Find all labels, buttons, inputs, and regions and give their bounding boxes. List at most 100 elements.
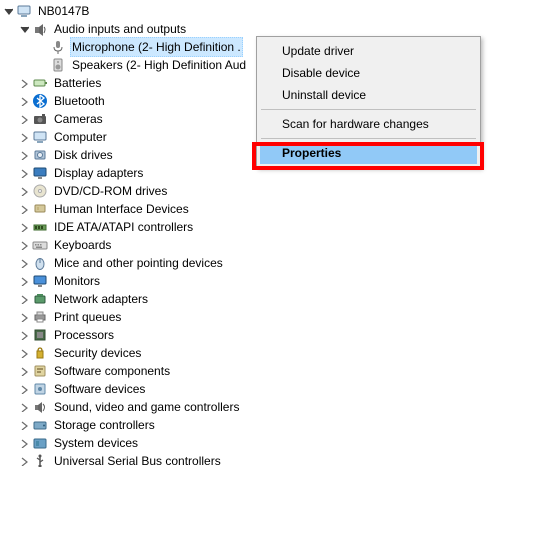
disk-icon	[32, 147, 48, 163]
tree-item-storage[interactable]: Storage controllers	[2, 416, 539, 434]
chevron-right-icon[interactable]	[18, 437, 30, 449]
printer-icon	[32, 309, 48, 325]
usb-label[interactable]: Universal Serial Bus controllers	[52, 452, 223, 470]
camera-icon	[32, 111, 48, 127]
tree-item-ide[interactable]: IDE ATA/ATAPI controllers	[2, 218, 539, 236]
menu-disable-device[interactable]: Disable device	[260, 62, 477, 84]
speaker-icon	[50, 57, 66, 73]
chevron-right-icon[interactable]	[18, 149, 30, 161]
chevron-right-icon[interactable]	[18, 257, 30, 269]
chevron-right-icon[interactable]	[18, 401, 30, 413]
processors-label[interactable]: Processors	[52, 326, 116, 344]
tree-item-processors[interactable]: Processors	[2, 326, 539, 344]
menu-uninstall-device[interactable]: Uninstall device	[260, 84, 477, 106]
chevron-right-icon[interactable]	[18, 383, 30, 395]
cpu-icon	[32, 327, 48, 343]
software-device-icon	[32, 381, 48, 397]
network-label[interactable]: Network adapters	[52, 290, 150, 308]
menu-separator	[261, 109, 476, 110]
computer-icon	[16, 3, 32, 19]
menu-properties-label: Properties	[282, 146, 341, 160]
tree-item-swcomp[interactable]: Software components	[2, 362, 539, 380]
context-menu: Update driver Disable device Uninstall d…	[256, 36, 481, 168]
chevron-right-icon[interactable]	[18, 365, 30, 377]
tree-item-network[interactable]: Network adapters	[2, 290, 539, 308]
chevron-right-icon[interactable]	[18, 167, 30, 179]
tree-item-mice[interactable]: Mice and other pointing devices	[2, 254, 539, 272]
monitors-label[interactable]: Monitors	[52, 272, 102, 290]
audio-label[interactable]: Audio inputs and outputs	[52, 20, 188, 38]
computer-icon	[32, 129, 48, 145]
batteries-label[interactable]: Batteries	[52, 74, 103, 92]
battery-icon	[32, 75, 48, 91]
chevron-right-icon[interactable]	[18, 95, 30, 107]
chevron-right-icon[interactable]	[18, 239, 30, 251]
display-label[interactable]: Display adapters	[52, 164, 145, 182]
swcomp-label[interactable]: Software components	[52, 362, 172, 380]
usb-icon	[32, 453, 48, 469]
diskdrives-label[interactable]: Disk drives	[52, 146, 115, 164]
sound-icon	[32, 399, 48, 415]
audio-icon	[32, 21, 48, 37]
keyboards-label[interactable]: Keyboards	[52, 236, 113, 254]
bluetooth-label[interactable]: Bluetooth	[52, 92, 107, 110]
menu-properties[interactable]: Properties	[260, 142, 477, 164]
system-icon	[32, 435, 48, 451]
tree-item-dvd[interactable]: DVD/CD-ROM drives	[2, 182, 539, 200]
tree-item-hid[interactable]: Human Interface Devices	[2, 200, 539, 218]
tree-item-usb[interactable]: Universal Serial Bus controllers	[2, 452, 539, 470]
chevron-right-icon[interactable]	[18, 275, 30, 287]
chevron-right-icon[interactable]	[18, 347, 30, 359]
printq-label[interactable]: Print queues	[52, 308, 123, 326]
swdev-label[interactable]: Software devices	[52, 380, 147, 398]
security-label[interactable]: Security devices	[52, 344, 143, 362]
tree-item-system[interactable]: System devices	[2, 434, 539, 452]
cameras-label[interactable]: Cameras	[52, 110, 105, 128]
chevron-right-icon[interactable]	[18, 203, 30, 215]
system-label[interactable]: System devices	[52, 434, 140, 452]
chevron-right-icon[interactable]	[18, 455, 30, 467]
network-icon	[32, 291, 48, 307]
dvd-icon	[32, 183, 48, 199]
hid-icon	[32, 201, 48, 217]
keyboard-icon	[32, 237, 48, 253]
tree-item-monitors[interactable]: Monitors	[2, 272, 539, 290]
chevron-right-icon[interactable]	[18, 221, 30, 233]
menu-separator	[261, 138, 476, 139]
hid-label[interactable]: Human Interface Devices	[52, 200, 191, 218]
storage-label[interactable]: Storage controllers	[52, 416, 157, 434]
chevron-right-icon[interactable]	[18, 185, 30, 197]
speakers-label[interactable]: Speakers (2- High Definition Aud	[70, 56, 248, 74]
chevron-right-icon[interactable]	[18, 293, 30, 305]
menu-scan-hardware[interactable]: Scan for hardware changes	[260, 113, 477, 135]
root-label[interactable]: NB0147B	[36, 2, 91, 20]
storage-icon	[32, 417, 48, 433]
tree-item-security[interactable]: Security devices	[2, 344, 539, 362]
menu-update-driver[interactable]: Update driver	[260, 40, 477, 62]
software-component-icon	[32, 363, 48, 379]
bluetooth-icon	[32, 93, 48, 109]
microphone-label[interactable]: Microphone (2- High Definition .	[70, 37, 243, 57]
chevron-down-icon[interactable]	[18, 23, 30, 35]
chevron-right-icon[interactable]	[18, 113, 30, 125]
tree-item-printq[interactable]: Print queues	[2, 308, 539, 326]
tree-item-swdev[interactable]: Software devices	[2, 380, 539, 398]
chevron-right-icon[interactable]	[18, 77, 30, 89]
tree-item-sound[interactable]: Sound, video and game controllers	[2, 398, 539, 416]
microphone-icon	[50, 39, 66, 55]
lock-icon	[32, 345, 48, 361]
chevron-right-icon[interactable]	[18, 131, 30, 143]
sound-label[interactable]: Sound, video and game controllers	[52, 398, 241, 416]
display-icon	[32, 165, 48, 181]
mice-label[interactable]: Mice and other pointing devices	[52, 254, 225, 272]
dvd-label[interactable]: DVD/CD-ROM drives	[52, 182, 169, 200]
ide-label[interactable]: IDE ATA/ATAPI controllers	[52, 218, 195, 236]
monitor-icon	[32, 273, 48, 289]
chevron-down-icon[interactable]	[2, 5, 14, 17]
tree-item-keyboards[interactable]: Keyboards	[2, 236, 539, 254]
chevron-right-icon[interactable]	[18, 311, 30, 323]
chevron-right-icon[interactable]	[18, 419, 30, 431]
tree-root[interactable]: NB0147B	[2, 2, 539, 20]
chevron-right-icon[interactable]	[18, 329, 30, 341]
computer-label[interactable]: Computer	[52, 128, 109, 146]
